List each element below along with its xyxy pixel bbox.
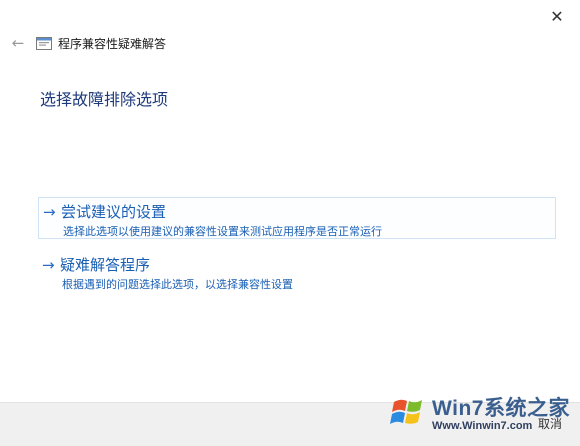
close-icon: ✕ xyxy=(550,6,564,26)
back-button[interactable]: ← xyxy=(8,32,28,54)
option-label: 疑难解答程序 xyxy=(60,256,151,274)
watermark-title: Win7系统之家 xyxy=(432,397,570,420)
page-heading: 选择故障排除选项 xyxy=(40,90,169,109)
site-watermark: Win7系统之家 Www.Winwin7.com xyxy=(388,383,576,441)
back-arrow-icon: ← xyxy=(11,34,25,52)
troubleshooter-app-icon xyxy=(36,37,52,50)
arrow-right-icon: → xyxy=(42,255,55,274)
option-description: 选择此选项以使用建议的兼容性设置来测试应用程序是否正常运行 xyxy=(63,225,382,238)
option-try-recommended[interactable]: → 尝试建议的设置 选择此选项以使用建议的兼容性设置来测试应用程序是否正常运行 xyxy=(38,197,556,239)
option-description: 根据遇到的问题选择此选项，以选择兼容性设置 xyxy=(62,278,293,291)
close-button[interactable]: ✕ xyxy=(544,4,570,28)
windows-logo-icon xyxy=(390,399,422,424)
arrow-right-icon: → xyxy=(43,202,56,221)
option-troubleshoot-program[interactable]: → 疑难解答程序 根据遇到的问题选择此选项，以选择兼容性设置 xyxy=(38,251,556,293)
window-title: 程序兼容性疑难解答 xyxy=(58,37,167,51)
option-label: 尝试建议的设置 xyxy=(61,203,167,221)
